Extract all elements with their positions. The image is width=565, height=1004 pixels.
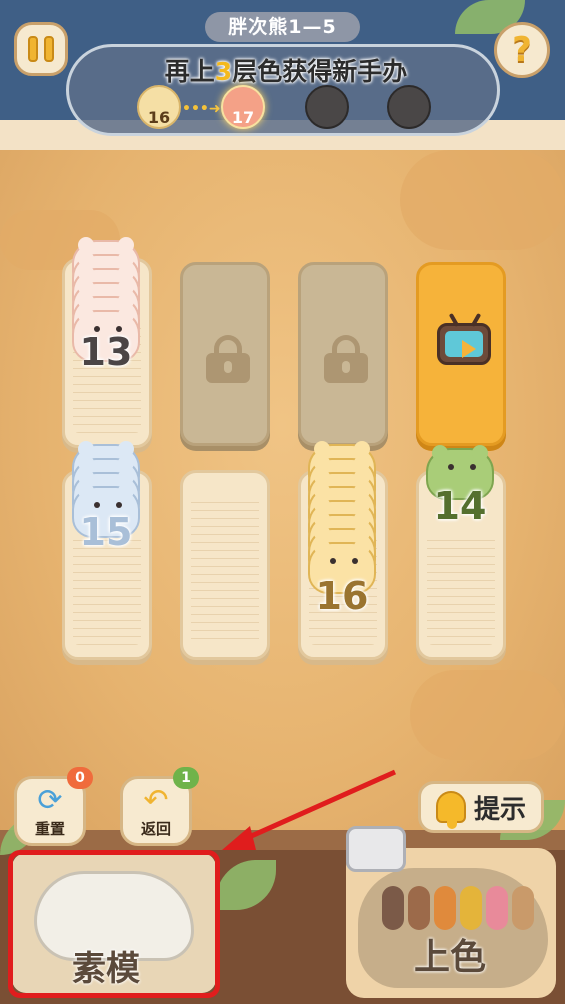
bear-face	[442, 464, 482, 478]
progress-badge-done: 16	[137, 85, 181, 129]
tube-lines	[191, 495, 259, 645]
badge-value: 17	[231, 108, 255, 127]
stack-count: 14	[433, 484, 487, 528]
bear-stack-green[interactable]: 14	[426, 445, 494, 538]
bear-stack-blue[interactable]: 15	[72, 441, 140, 564]
lock-icon	[206, 335, 250, 383]
progress-badge-locked	[305, 85, 349, 129]
hint-label: 提示	[473, 794, 526, 825]
stack-count: 16	[315, 574, 369, 618]
hint-button[interactable]: 提示	[418, 781, 544, 833]
lock-icon	[324, 335, 368, 383]
goal-suffix: 层色获得新手办	[232, 57, 408, 86]
tube-locked[interactable]	[298, 262, 388, 446]
bear-stack-pink[interactable]: 13	[72, 237, 140, 374]
tube-lines	[427, 533, 495, 645]
bear-stack-yellow[interactable]: 16	[308, 441, 376, 624]
goal-text: 再上3层色获得新手办	[69, 52, 503, 88]
pause-icon-bar	[44, 36, 54, 62]
pause-icon	[28, 36, 38, 62]
undo-count-badge: 1	[173, 767, 199, 789]
reset-count-badge: 0	[67, 767, 93, 789]
goal-number: 3	[214, 57, 233, 86]
tv-play-icon	[437, 312, 491, 365]
reset-button[interactable]: ⟳ 重置 0	[14, 767, 93, 846]
tube-empty[interactable]	[180, 470, 270, 660]
tube-watch-ad[interactable]	[416, 262, 506, 446]
floor-shadow	[400, 150, 565, 250]
stack-count: 13	[79, 330, 133, 374]
goal-panel: 再上3层色获得新手办 16 •••➜ 17	[66, 44, 500, 136]
question-icon: ?	[512, 30, 532, 70]
level-title: 胖次熊1—5	[205, 12, 360, 42]
highlight-frame	[8, 850, 220, 998]
pause-button[interactable]	[14, 22, 68, 76]
progress-badge-locked	[387, 85, 431, 129]
refresh-icon: ⟳	[37, 783, 63, 818]
jar-icon	[346, 826, 406, 872]
undo-button[interactable]: ↶ 返回 1	[120, 767, 199, 846]
tube-locked[interactable]	[180, 262, 270, 446]
bear-face	[324, 558, 364, 572]
stack-count: 15	[79, 510, 133, 554]
undo-label: 返回	[140, 820, 171, 838]
reset-label: 重置	[34, 820, 65, 838]
color-label: 上色	[414, 937, 487, 978]
progress-badge-current: 17	[221, 85, 265, 129]
undo-icon: ↶	[143, 783, 169, 818]
bell-icon	[435, 791, 466, 829]
goal-prefix: 再上	[164, 57, 215, 86]
badge-value: 16	[147, 108, 171, 127]
progress-arrow-icon: •••➜	[182, 101, 221, 117]
floor-shadow	[410, 670, 565, 760]
